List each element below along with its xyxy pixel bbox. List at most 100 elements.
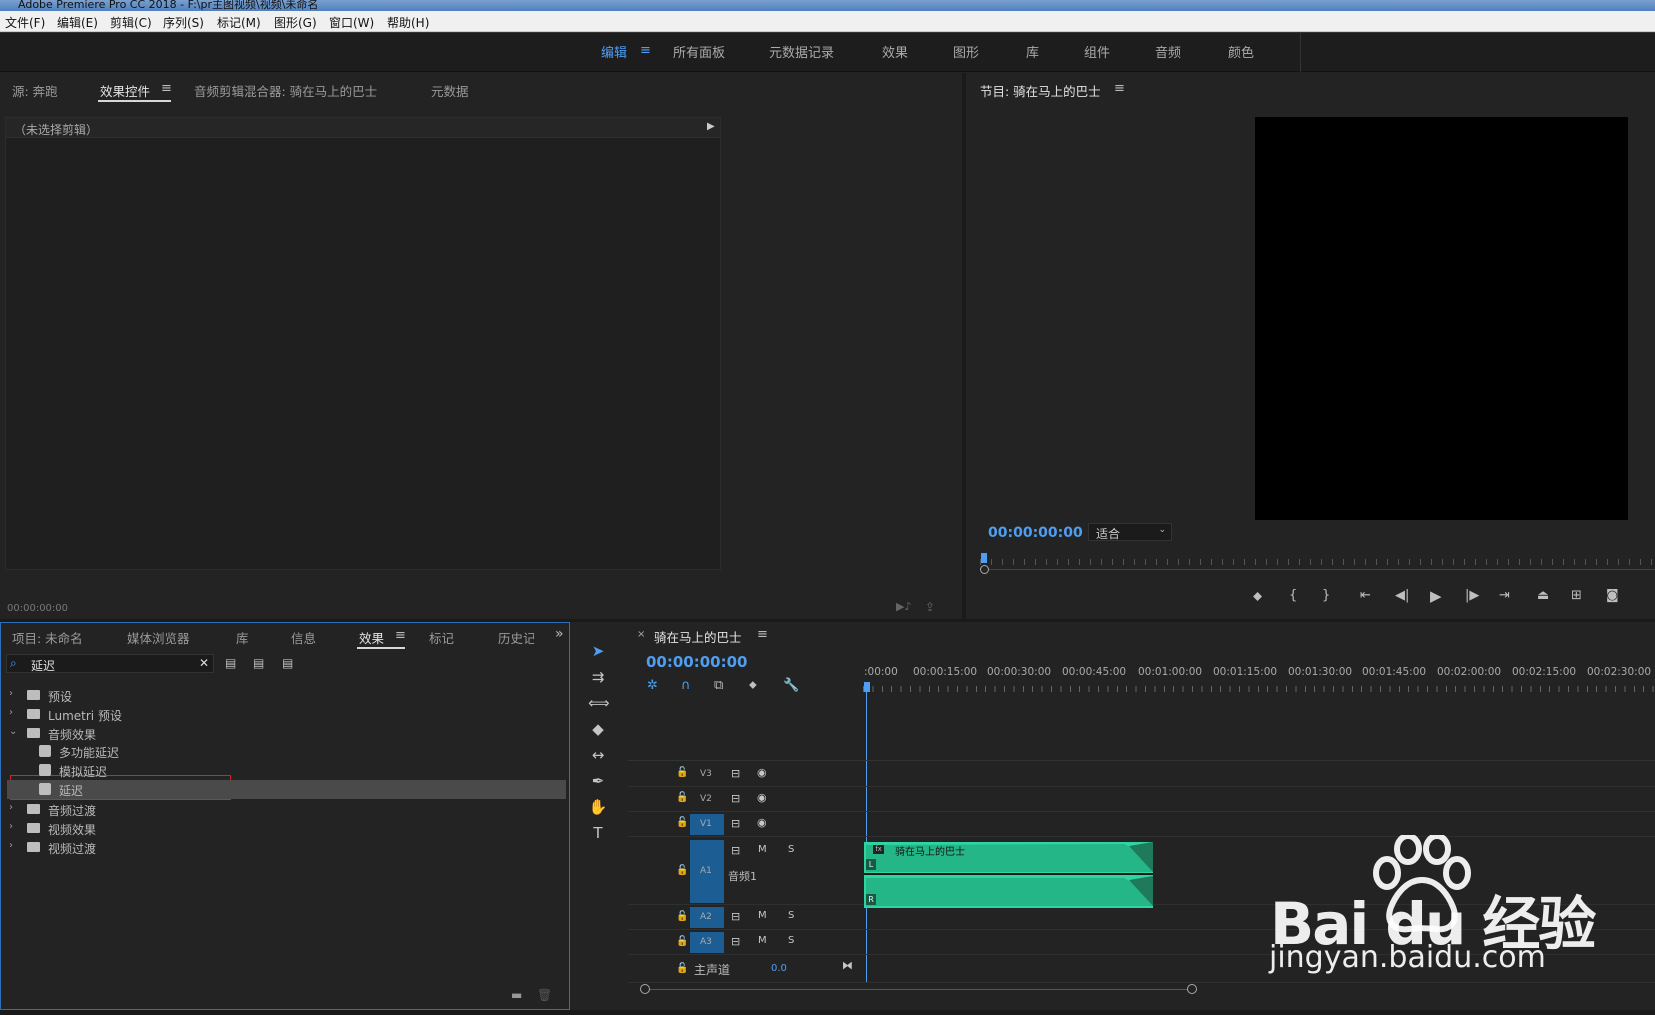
workspace-effects[interactable]: 效果 — [882, 42, 908, 61]
tree-folder[interactable]: › 视频效果 — [7, 819, 566, 838]
menu-file[interactable]: 文件(F) — [5, 14, 45, 31]
timeline-zoom-bar[interactable] — [644, 989, 1194, 990]
program-time-ruler[interactable] — [980, 553, 1655, 567]
sync-lock-icon[interactable]: ⊟ — [731, 817, 740, 830]
type-tool-icon[interactable]: T — [588, 824, 608, 842]
solo-button[interactable]: S — [788, 910, 794, 921]
effects-menu-icon[interactable]: ≡ — [395, 628, 406, 643]
tab-markers[interactable]: 标记 — [429, 628, 454, 647]
effects-search-box[interactable]: ⌕ 延迟 ✕ — [6, 654, 214, 673]
menu-sequence[interactable]: 序列(S) — [163, 14, 204, 31]
timeline-zoom-left-handle[interactable] — [640, 984, 650, 994]
mark-out-icon[interactable]: } — [1322, 588, 1330, 603]
solo-button[interactable]: S — [788, 844, 794, 855]
workspace-color[interactable]: 颜色 — [1228, 42, 1254, 61]
add-marker-icon[interactable]: ⬥ — [749, 678, 757, 692]
tree-folder[interactable]: › 视频过渡 — [7, 838, 566, 857]
solo-button[interactable]: S — [788, 935, 794, 946]
timeline-ruler[interactable] — [863, 682, 1655, 694]
pen-tool-icon[interactable]: ✒ — [588, 772, 608, 790]
program-menu-icon[interactable]: ≡ — [1114, 81, 1125, 96]
step-back-icon[interactable]: ◀| — [1395, 588, 1409, 603]
slip-tool-icon[interactable]: ↔ — [588, 746, 608, 764]
timeline-playhead-handle[interactable] — [864, 682, 870, 692]
eye-icon[interactable]: ◉ — [757, 766, 767, 779]
selection-tool-icon[interactable]: ➤ — [588, 642, 608, 660]
workspace-graphics[interactable]: 图形 — [953, 42, 979, 61]
export-icon[interactable]: ⇪ — [925, 600, 935, 614]
audio-only-icon[interactable]: ▶♪ — [896, 600, 911, 613]
clear-search-icon[interactable]: ✕ — [199, 656, 209, 670]
mark-in-icon[interactable]: { — [1289, 588, 1297, 603]
tree-folder[interactable]: › 预设 — [7, 686, 566, 705]
master-meter-icon[interactable]: ⧓ — [842, 959, 853, 972]
master-volume-value[interactable]: 0.0 — [771, 963, 787, 974]
menu-graphics[interactable]: 图形(G) — [274, 14, 317, 31]
expand-right-icon[interactable]: ▶ — [707, 121, 715, 132]
audio-clip[interactable]: fx 骑在马上的巴士 L R — [864, 842, 1153, 908]
chevron-right-icon[interactable]: › — [9, 802, 13, 813]
eye-icon[interactable]: ◉ — [757, 791, 767, 804]
workspace-edit[interactable]: 编辑 — [601, 42, 627, 61]
menu-edit[interactable]: 编辑(E) — [57, 14, 98, 31]
sync-lock-icon[interactable]: ⊟ — [731, 767, 740, 780]
menu-markers[interactable]: 标记(M) — [217, 14, 261, 31]
tree-folder[interactable]: › Lumetri 预设 — [7, 705, 566, 724]
tree-effect[interactable]: 多功能延迟 — [7, 742, 566, 761]
go-to-out-icon[interactable]: ⇥ — [1499, 588, 1510, 603]
menu-help[interactable]: 帮助(H) — [387, 14, 429, 31]
program-timecode[interactable]: 00:00:00:00 — [988, 525, 1083, 541]
timeline-zoom-right-handle[interactable] — [1187, 984, 1197, 994]
lock-icon[interactable]: 🔓 — [676, 817, 688, 828]
tab-source[interactable]: 源: 奔跑 — [12, 81, 58, 100]
step-forward-icon[interactable]: |▶ — [1465, 588, 1479, 603]
search-input[interactable]: 延迟 — [31, 657, 55, 674]
export-frame-icon[interactable]: ◙ — [1606, 588, 1619, 603]
tab-audio-clip-mixer[interactable]: 音频剪辑混合器: 骑在马上的巴士 — [194, 81, 377, 100]
add-marker-icon[interactable]: ⬥ — [1253, 589, 1262, 604]
go-to-in-icon[interactable]: ⇤ — [1360, 588, 1371, 603]
sequence-tab[interactable]: 骑在马上的巴士 — [654, 627, 742, 646]
tab-media-browser[interactable]: 媒体浏览器 — [127, 628, 190, 647]
lock-icon[interactable]: 🔓 — [676, 792, 688, 803]
lock-icon[interactable]: 🔓 — [676, 865, 688, 876]
chevron-right-icon[interactable]: › — [9, 688, 13, 699]
nest-toggle-icon[interactable]: ✲ — [647, 678, 658, 693]
mute-button[interactable]: M — [758, 844, 767, 855]
extract-icon[interactable]: ⊞ — [1571, 588, 1582, 603]
tab-effects[interactable]: 效果 — [359, 628, 384, 647]
tab-libraries[interactable]: 库 — [236, 628, 249, 647]
chevron-down-icon[interactable]: ⌄ — [9, 726, 17, 737]
tab-effect-controls[interactable]: 效果控件 — [100, 81, 150, 100]
play-icon[interactable]: ▶ — [1430, 587, 1442, 605]
more-tabs-icon[interactable]: » — [555, 626, 564, 642]
tab-history[interactable]: 历史记 — [498, 628, 534, 647]
timeline-settings-icon[interactable]: 🔧 — [783, 678, 799, 693]
snap-icon[interactable]: ∩ — [681, 678, 691, 693]
chevron-right-icon[interactable]: › — [9, 840, 13, 851]
eye-icon[interactable]: ◉ — [757, 816, 767, 829]
chevron-right-icon[interactable]: › — [9, 707, 13, 718]
zoom-select[interactable]: 适合 ⌄ — [1088, 523, 1172, 541]
lift-icon[interactable]: ⏏ — [1537, 588, 1549, 603]
sync-lock-icon[interactable]: ⊟ — [731, 792, 740, 805]
yuv-effects-icon[interactable]: ▤ — [282, 656, 293, 670]
tree-effect[interactable]: 延迟 — [7, 780, 566, 799]
program-monitor-title[interactable]: 节目: 骑在马上的巴士 — [980, 81, 1101, 100]
menu-window[interactable]: 窗口(W) — [329, 14, 374, 31]
workspace-assembly[interactable]: 组件 — [1084, 42, 1110, 61]
ripple-edit-tool-icon[interactable]: ⟺ — [588, 694, 610, 712]
hand-tool-icon[interactable]: ✋ — [588, 798, 608, 816]
timeline-timecode[interactable]: 00:00:00:00 — [646, 653, 748, 671]
tree-effect[interactable]: 模拟延迟 — [7, 761, 566, 780]
menu-clip[interactable]: 剪辑(C) — [110, 14, 152, 31]
timeline-menu-icon[interactable]: ≡ — [757, 627, 768, 642]
sync-lock-icon[interactable]: ⊟ — [731, 844, 740, 857]
tree-folder[interactable]: › 音频过渡 — [7, 800, 566, 819]
track-select-tool-icon[interactable]: ⇉ — [588, 668, 608, 686]
mute-button[interactable]: M — [758, 935, 767, 946]
linked-selection-icon[interactable]: ⧉ — [714, 678, 723, 693]
close-sequence-icon[interactable]: × — [637, 629, 645, 640]
tree-folder[interactable]: ⌄ 音频效果 — [7, 724, 566, 743]
tab-project[interactable]: 项目: 未命名 — [12, 628, 83, 647]
